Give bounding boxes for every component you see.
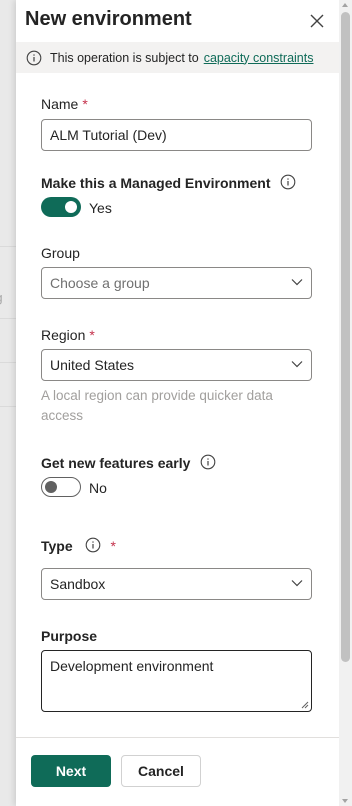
early-features-label-text: Get new features early: [41, 455, 191, 471]
purpose-textarea[interactable]: Development environment: [41, 650, 312, 712]
background-divider: [0, 246, 16, 247]
managed-environment-label-text: Make this a Managed Environment: [41, 175, 271, 191]
region-dropdown-value: United States: [50, 357, 135, 373]
chevron-down-icon: [291, 579, 303, 587]
required-marker: *: [89, 327, 95, 343]
purpose-textarea-value: Development environment: [50, 658, 214, 674]
managed-environment-label: Make this a Managed Environment: [41, 174, 296, 192]
required-marker: *: [82, 96, 88, 112]
region-label-text: Region: [41, 327, 86, 343]
panel-title: New environment: [25, 8, 192, 30]
group-label: Group: [41, 245, 80, 261]
group-dropdown-placeholder: Choose a group: [50, 275, 150, 291]
info-icon[interactable]: [85, 537, 101, 553]
name-input-value: ALM Tutorial (Dev): [50, 127, 167, 143]
name-input[interactable]: ALM Tutorial (Dev): [41, 119, 312, 151]
early-features-toggle[interactable]: [41, 477, 81, 497]
managed-environment-toggle[interactable]: [41, 197, 81, 217]
type-label-text: Type: [41, 538, 73, 554]
info-icon: [26, 50, 42, 66]
info-bar-text: This operation is subject to: [50, 50, 199, 65]
toggle-knob: [65, 201, 77, 213]
type-dropdown[interactable]: Sandbox: [41, 568, 312, 600]
close-icon: [310, 14, 324, 28]
info-icon[interactable]: [200, 454, 216, 470]
new-environment-panel: New environment This operation is subjec…: [16, 0, 339, 806]
chevron-down-icon: [291, 360, 303, 368]
region-label: Region *: [41, 327, 95, 343]
scroll-down-arrow-icon[interactable]: [342, 799, 348, 803]
resize-grip-icon[interactable]: [300, 700, 309, 709]
footer-divider: [16, 737, 339, 738]
managed-environment-toggle-label: Yes: [89, 200, 112, 216]
info-icon[interactable]: [280, 174, 296, 190]
type-label: Type *: [41, 537, 116, 555]
panel-scrollbar[interactable]: [339, 0, 352, 806]
early-features-toggle-label: No: [89, 480, 107, 496]
group-dropdown[interactable]: Choose a group: [41, 267, 312, 299]
required-marker: *: [110, 538, 116, 554]
background-divider: [0, 406, 16, 407]
chevron-down-icon: [291, 278, 303, 286]
purpose-label: Purpose: [41, 628, 98, 644]
close-button[interactable]: [306, 10, 328, 32]
info-bar: This operation is subject to capacity co…: [16, 42, 339, 73]
background-divider: [0, 318, 16, 319]
scroll-up-arrow-icon[interactable]: [342, 3, 348, 7]
region-hint: A local region can provide quicker data …: [41, 388, 273, 423]
toggle-knob: [45, 481, 57, 493]
early-features-label: Get new features early: [41, 454, 216, 472]
background-divider: [0, 362, 16, 363]
type-dropdown-value: Sandbox: [50, 576, 106, 592]
capacity-constraints-link[interactable]: capacity constraints: [204, 51, 314, 65]
background-page: atio ning: [0, 0, 16, 806]
background-text: ning: [0, 290, 3, 305]
cancel-button[interactable]: Cancel: [121, 755, 201, 787]
name-label: Name *: [41, 96, 88, 112]
scrollbar-thumb[interactable]: [341, 12, 350, 662]
next-button[interactable]: Next: [31, 755, 111, 787]
region-dropdown[interactable]: United States: [41, 349, 312, 381]
name-label-text: Name: [41, 96, 79, 112]
